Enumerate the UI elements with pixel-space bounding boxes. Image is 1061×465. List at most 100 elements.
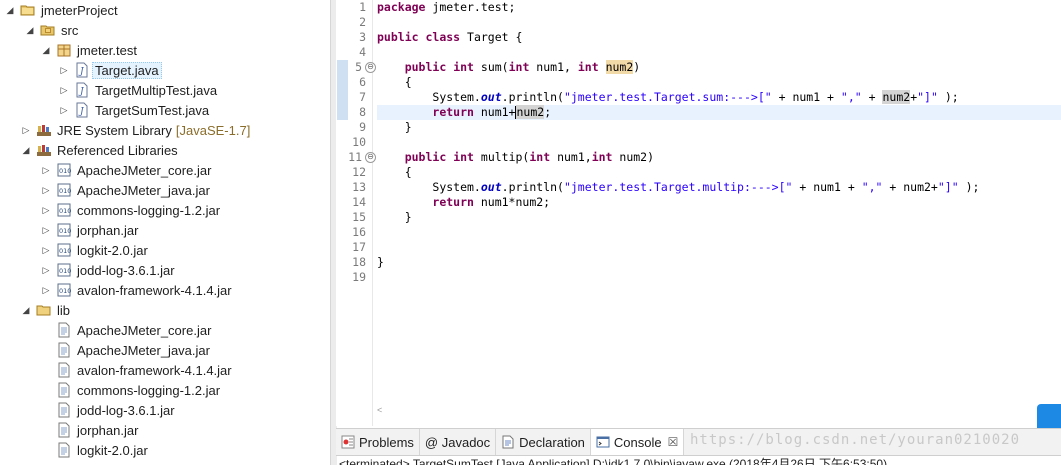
code-line-9: } xyxy=(377,120,1061,135)
code-text: ); xyxy=(937,90,959,104)
tree-item[interactable]: ApacheJMeter_java.jar xyxy=(40,340,210,360)
line-number: 14 xyxy=(352,195,366,209)
tab-console[interactable]: Console ☒ xyxy=(590,429,685,455)
code-line-7: System.out.println("jmeter.test.Target.s… xyxy=(377,90,1061,105)
collapsed-arrow-icon[interactable]: ▷ xyxy=(20,120,32,140)
line-number: 10 xyxy=(352,135,366,149)
svg-text:010: 010 xyxy=(59,167,71,175)
line-number: 3 xyxy=(359,30,366,44)
svg-text:010: 010 xyxy=(59,207,71,215)
tree-item[interactable]: ◢ src xyxy=(24,20,79,40)
code-text: Target { xyxy=(460,30,523,44)
keyword: int xyxy=(529,150,551,164)
collapsed-arrow-icon[interactable]: ▷ xyxy=(40,240,52,260)
tree-item[interactable]: ▷ 010 ApacheJMeter_core.jar xyxy=(40,160,212,180)
horizontal-scroll-arrow[interactable]: < xyxy=(377,405,382,415)
collapsed-arrow-icon[interactable]: ▷ xyxy=(40,160,52,180)
tree-item[interactable]: jodd-log-3.6.1.jar xyxy=(40,400,175,420)
code-line-1: package jmeter.test; xyxy=(377,0,1061,15)
string-literal: "]" xyxy=(937,180,959,194)
tree-item[interactable]: ▷ J TargetMultipTest.java xyxy=(58,80,217,100)
console-status-line: <terminated> TargetSumTest [Java Applica… xyxy=(339,457,888,465)
tab-label: @ Javadoc xyxy=(424,434,491,450)
tree-item[interactable]: ▷ 010 logkit-2.0.jar xyxy=(40,240,148,260)
tree-item[interactable]: avalon-framework-4.1.4.jar xyxy=(40,360,232,380)
tree-item-label: src xyxy=(61,22,79,38)
tree-item[interactable]: ▷ 010 commons-logging-1.2.jar xyxy=(40,200,221,220)
java-editor[interactable]: 1 2 3 4 5 6 7 8 9 10 11 12 13 14 15 16 17 18 19 ⊖ ⊖ package … xyxy=(336,0,1061,426)
code-text: num2) xyxy=(612,150,655,164)
svg-text:010: 010 xyxy=(59,187,71,195)
tree-item[interactable]: jorphan.jar xyxy=(40,420,138,440)
tree-item[interactable]: ▷ J TargetSumTest.java xyxy=(58,100,209,120)
collapsed-arrow-icon[interactable]: ▷ xyxy=(58,60,70,80)
tab-label: Problems xyxy=(359,434,414,450)
expanded-arrow-icon[interactable]: ◢ xyxy=(40,40,52,60)
tab-label: Console xyxy=(613,434,662,450)
expanded-arrow-icon[interactable]: ◢ xyxy=(20,300,32,320)
tree-item[interactable]: logkit-2.0.jar xyxy=(40,440,148,460)
tree-item-label: jmeterProject xyxy=(41,2,118,18)
collapsed-arrow-icon[interactable]: ▷ xyxy=(40,280,52,300)
keyword: public xyxy=(404,60,447,74)
code-text: num1, xyxy=(550,150,592,164)
tree-item[interactable]: ▷ 010 jodd-log-3.6.1.jar xyxy=(40,260,175,280)
collapsed-arrow-icon[interactable]: ▷ xyxy=(40,260,52,280)
tree-item-label: TargetMultipTest.java xyxy=(95,82,218,98)
collapsed-arrow-icon[interactable]: ▷ xyxy=(40,220,52,240)
tree-item-label: lib xyxy=(57,302,71,318)
collapsed-arrow-icon[interactable]: ▷ xyxy=(58,80,70,100)
tree-item[interactable]: commons-logging-1.2.jar xyxy=(40,380,220,400)
library-icon xyxy=(36,122,52,138)
tree-item-label: jodd-log-3.6.1.jar xyxy=(77,262,175,278)
expanded-arrow-icon[interactable]: ◢ xyxy=(20,140,32,160)
collapsed-arrow-icon[interactable]: ▷ xyxy=(58,100,70,120)
jar-icon: 010 xyxy=(56,222,72,238)
expanded-arrow-icon[interactable]: ◢ xyxy=(24,20,36,40)
line-number: 7 xyxy=(359,90,366,104)
code-text: .println( xyxy=(501,90,564,104)
java-file-icon: J xyxy=(74,102,90,118)
code-area[interactable]: package jmeter.test; public class Target… xyxy=(377,0,1061,426)
static-field: out xyxy=(480,90,502,104)
tree-item[interactable]: ◢ jmeter.test xyxy=(40,40,137,60)
tree-item[interactable]: ◢ lib xyxy=(20,300,70,320)
tab-declaration[interactable]: Declaration xyxy=(496,429,591,455)
code-text: System. xyxy=(432,90,481,104)
code-line-15: } xyxy=(377,210,1061,225)
code-line-18: } xyxy=(377,255,1061,270)
code-text: + num2+ xyxy=(882,180,938,194)
expanded-arrow-icon[interactable]: ◢ xyxy=(4,0,16,20)
tree-item-label: logkit-2.0.jar xyxy=(77,242,148,258)
tree-item[interactable]: ◢ Referenced Libraries xyxy=(20,140,178,160)
line-number: 18 xyxy=(352,255,366,269)
fold-collapse-icon[interactable]: ⊖ xyxy=(365,152,376,163)
close-icon[interactable]: ☒ xyxy=(668,435,679,449)
collapsed-arrow-icon[interactable]: ▷ xyxy=(40,200,52,220)
tree-item-label: commons-logging-1.2.jar xyxy=(77,202,221,218)
tree-item[interactable]: ◢ jmeterProject xyxy=(4,0,118,20)
tree-item[interactable]: ApacheJMeter_core.jar xyxy=(40,320,211,340)
tab-javadoc[interactable]: @ Javadoc xyxy=(420,429,497,455)
tree-item[interactable]: ▷ J Target.java xyxy=(58,60,162,80)
tree-item[interactable]: ▷ 010 ApacheJMeter_java.jar xyxy=(40,180,210,200)
code-text: } xyxy=(377,255,384,269)
code-text: multip( xyxy=(473,150,530,164)
svg-text:010: 010 xyxy=(59,227,71,235)
line-number: 1 xyxy=(359,0,366,14)
tree-item-label: Target.java xyxy=(92,61,162,79)
fold-collapse-icon[interactable]: ⊖ xyxy=(365,62,376,73)
code-text: + num1 + xyxy=(771,90,841,104)
collapsed-arrow-icon[interactable]: ▷ xyxy=(40,180,52,200)
tree-item[interactable]: ▷ JRE System Library [JavaSE-1.7] xyxy=(20,120,251,140)
tab-problems[interactable]: Problems xyxy=(336,429,420,455)
tree-item-label: ApacheJMeter_java.jar xyxy=(77,342,210,358)
line-number: 4 xyxy=(359,45,366,59)
code-text: .println( xyxy=(501,180,564,194)
line-number: 17 xyxy=(352,240,366,254)
tree-item[interactable]: ▷ 010 avalon-framework-4.1.4.jar xyxy=(40,280,232,300)
tree-item[interactable]: ▷ 010 jorphan.jar xyxy=(40,220,139,240)
